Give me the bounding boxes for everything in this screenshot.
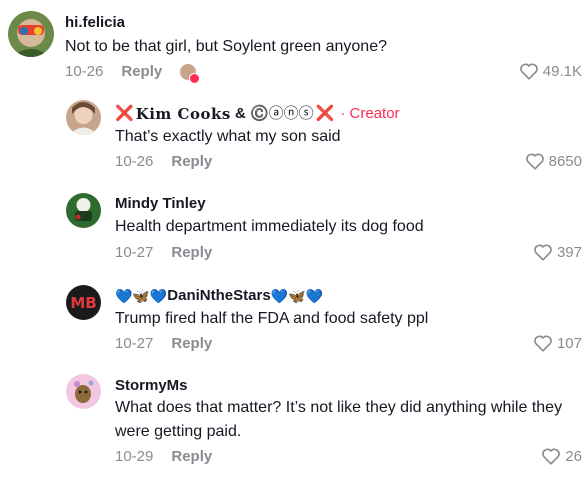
username-text[interactable]: Kim Cooks	[136, 105, 231, 123]
reply-button[interactable]: Reply	[171, 335, 212, 353]
badge-dot	[189, 73, 201, 84]
avatar[interactable]: MB	[66, 285, 101, 320]
username-text[interactable]: Mindy Tinley	[115, 195, 206, 213]
like-button[interactable]: 397	[533, 243, 582, 261]
username-text[interactable]: DaniNtheStars	[167, 287, 270, 305]
reply-button[interactable]: Reply	[121, 63, 162, 81]
username[interactable]: ❌ Kim Cooks & ©️ⓐⓝⓢ ❌ · Creator	[115, 105, 400, 123]
like-count: 107	[556, 334, 582, 352]
username[interactable]: StormyMs	[115, 377, 188, 395]
comment-text: What does that matter? It’s not like the…	[115, 399, 563, 440]
heart-outline-icon	[525, 153, 544, 170]
reply-button[interactable]: Reply	[171, 153, 212, 171]
comment-stormyms: StormyMs What does that matter? It’s not…	[0, 366, 588, 481]
like-button[interactable]: 8650	[525, 152, 582, 170]
comment-date: 10-26	[115, 153, 154, 170]
like-button[interactable]: 26	[541, 447, 582, 465]
like-count: 26	[565, 447, 582, 465]
comment-meta: 10-29 Reply	[115, 448, 212, 466]
comment-text: Not to be that girl, but Soylent green a…	[65, 38, 387, 55]
avatar[interactable]	[66, 100, 101, 135]
comment-date: 10-26	[65, 63, 104, 80]
mini-avatar-icon[interactable]	[180, 64, 201, 84]
like-count: 8650	[548, 152, 582, 170]
x-emoji-icon: ❌	[115, 105, 134, 122]
avatar[interactable]	[8, 11, 54, 57]
heart-outline-icon	[542, 448, 561, 465]
comment-text: Trump fired half the FDA and food safety…	[115, 310, 429, 327]
like-button[interactable]: 49.1K	[519, 62, 582, 80]
comment-meta: 10-26 Reply	[65, 63, 201, 84]
username-emoji-suffix: 💙🦋💙	[270, 288, 323, 304]
comment-text: That’s exactly what my son said	[115, 128, 341, 145]
comment-text: Health department immediately its dog fo…	[115, 218, 424, 235]
comment-mindy-tinley: Mindy Tinley Health department immediate…	[0, 182, 588, 274]
like-count: 397	[556, 243, 582, 261]
comment-danin-the-stars: MB 💙🦋💙 DaniNtheStars 💙🦋💙 Trump fired hal…	[0, 274, 588, 366]
comment-date: 10-27	[115, 244, 154, 261]
heart-outline-icon	[519, 63, 538, 80]
comment-kim-cooks: ❌ Kim Cooks & ©️ⓐⓝⓢ ❌ · Creator That’s e…	[0, 90, 588, 182]
username-emoji-prefix: 💙🦋💙	[115, 288, 168, 304]
like-button[interactable]: 107	[533, 334, 582, 352]
comment-meta: 10-26 Reply	[115, 153, 212, 171]
comment-meta: 10-27 Reply	[115, 244, 212, 262]
username[interactable]: Mindy Tinley	[115, 195, 206, 213]
avatar-initials: MB	[70, 293, 97, 312]
comment-hi-felicia: hi.felicia Not to be that girl, but Soyl…	[0, 0, 588, 90]
x-emoji-icon: ❌	[315, 105, 335, 122]
comment-date: 10-29	[115, 448, 154, 465]
avatar[interactable]	[66, 193, 101, 228]
reply-button[interactable]: Reply	[171, 244, 212, 262]
username-suffix: ©️ⓐⓝⓢ	[249, 105, 314, 122]
username[interactable]: 💙🦋💙 DaniNtheStars 💙🦋💙	[115, 287, 323, 305]
avatar[interactable]	[66, 374, 101, 409]
like-count: 49.1K	[542, 62, 582, 80]
creator-badge: · Creator	[340, 105, 400, 122]
reply-button[interactable]: Reply	[171, 448, 212, 466]
username-text[interactable]: hi.felicia	[65, 14, 125, 32]
username[interactable]: hi.felicia	[65, 14, 125, 32]
heart-outline-icon	[534, 335, 552, 352]
heart-outline-icon	[534, 244, 552, 261]
username-amp: &	[230, 105, 250, 122]
comment-date: 10-27	[115, 335, 154, 352]
comment-meta: 10-27 Reply	[115, 335, 212, 353]
username-text[interactable]: StormyMs	[115, 377, 188, 395]
